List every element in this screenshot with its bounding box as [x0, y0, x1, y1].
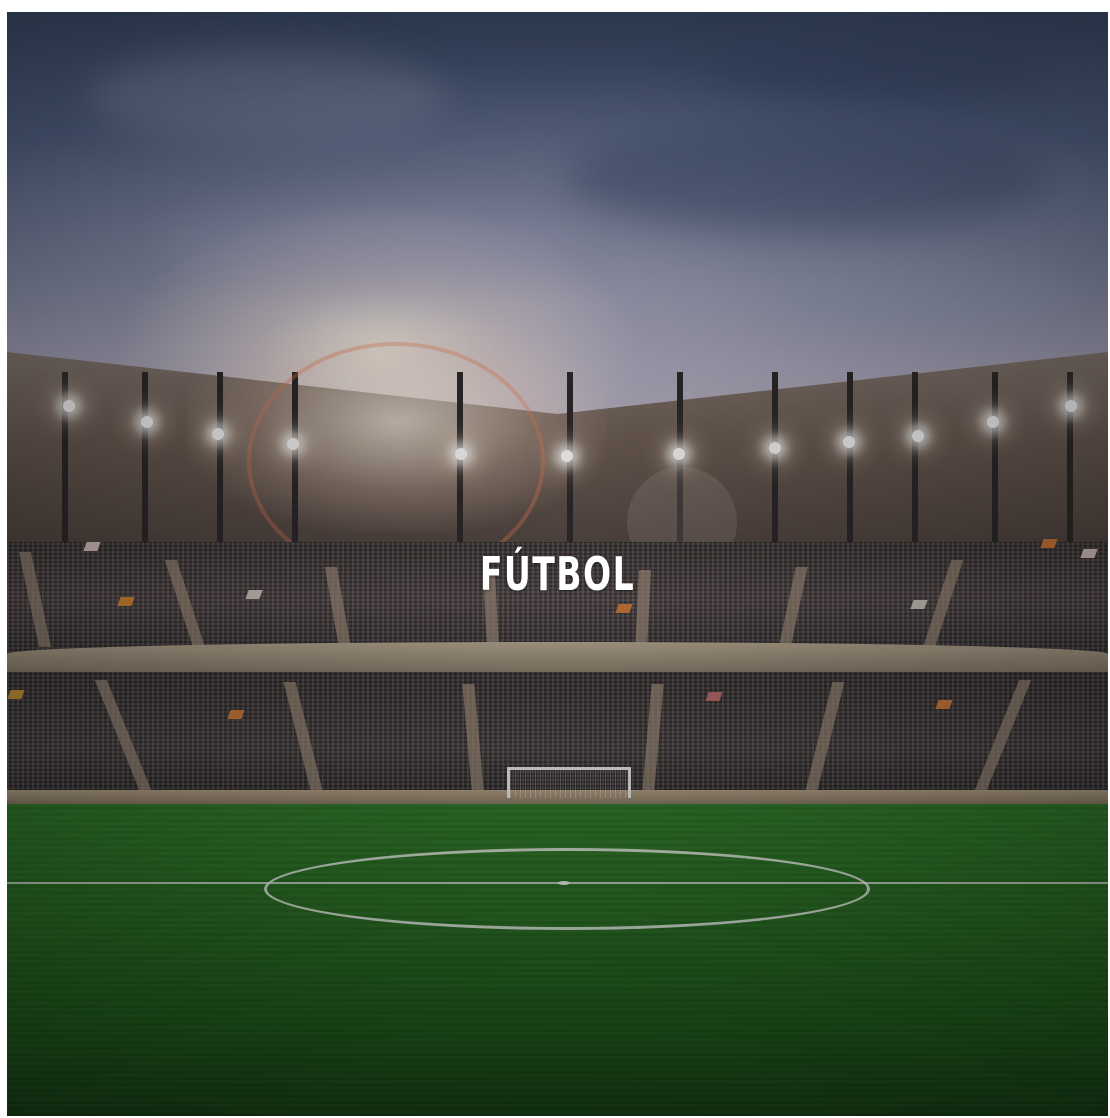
category-tile[interactable]: FÚTBOL — [7, 12, 1108, 1116]
tile-title: FÚTBOL — [479, 547, 636, 601]
